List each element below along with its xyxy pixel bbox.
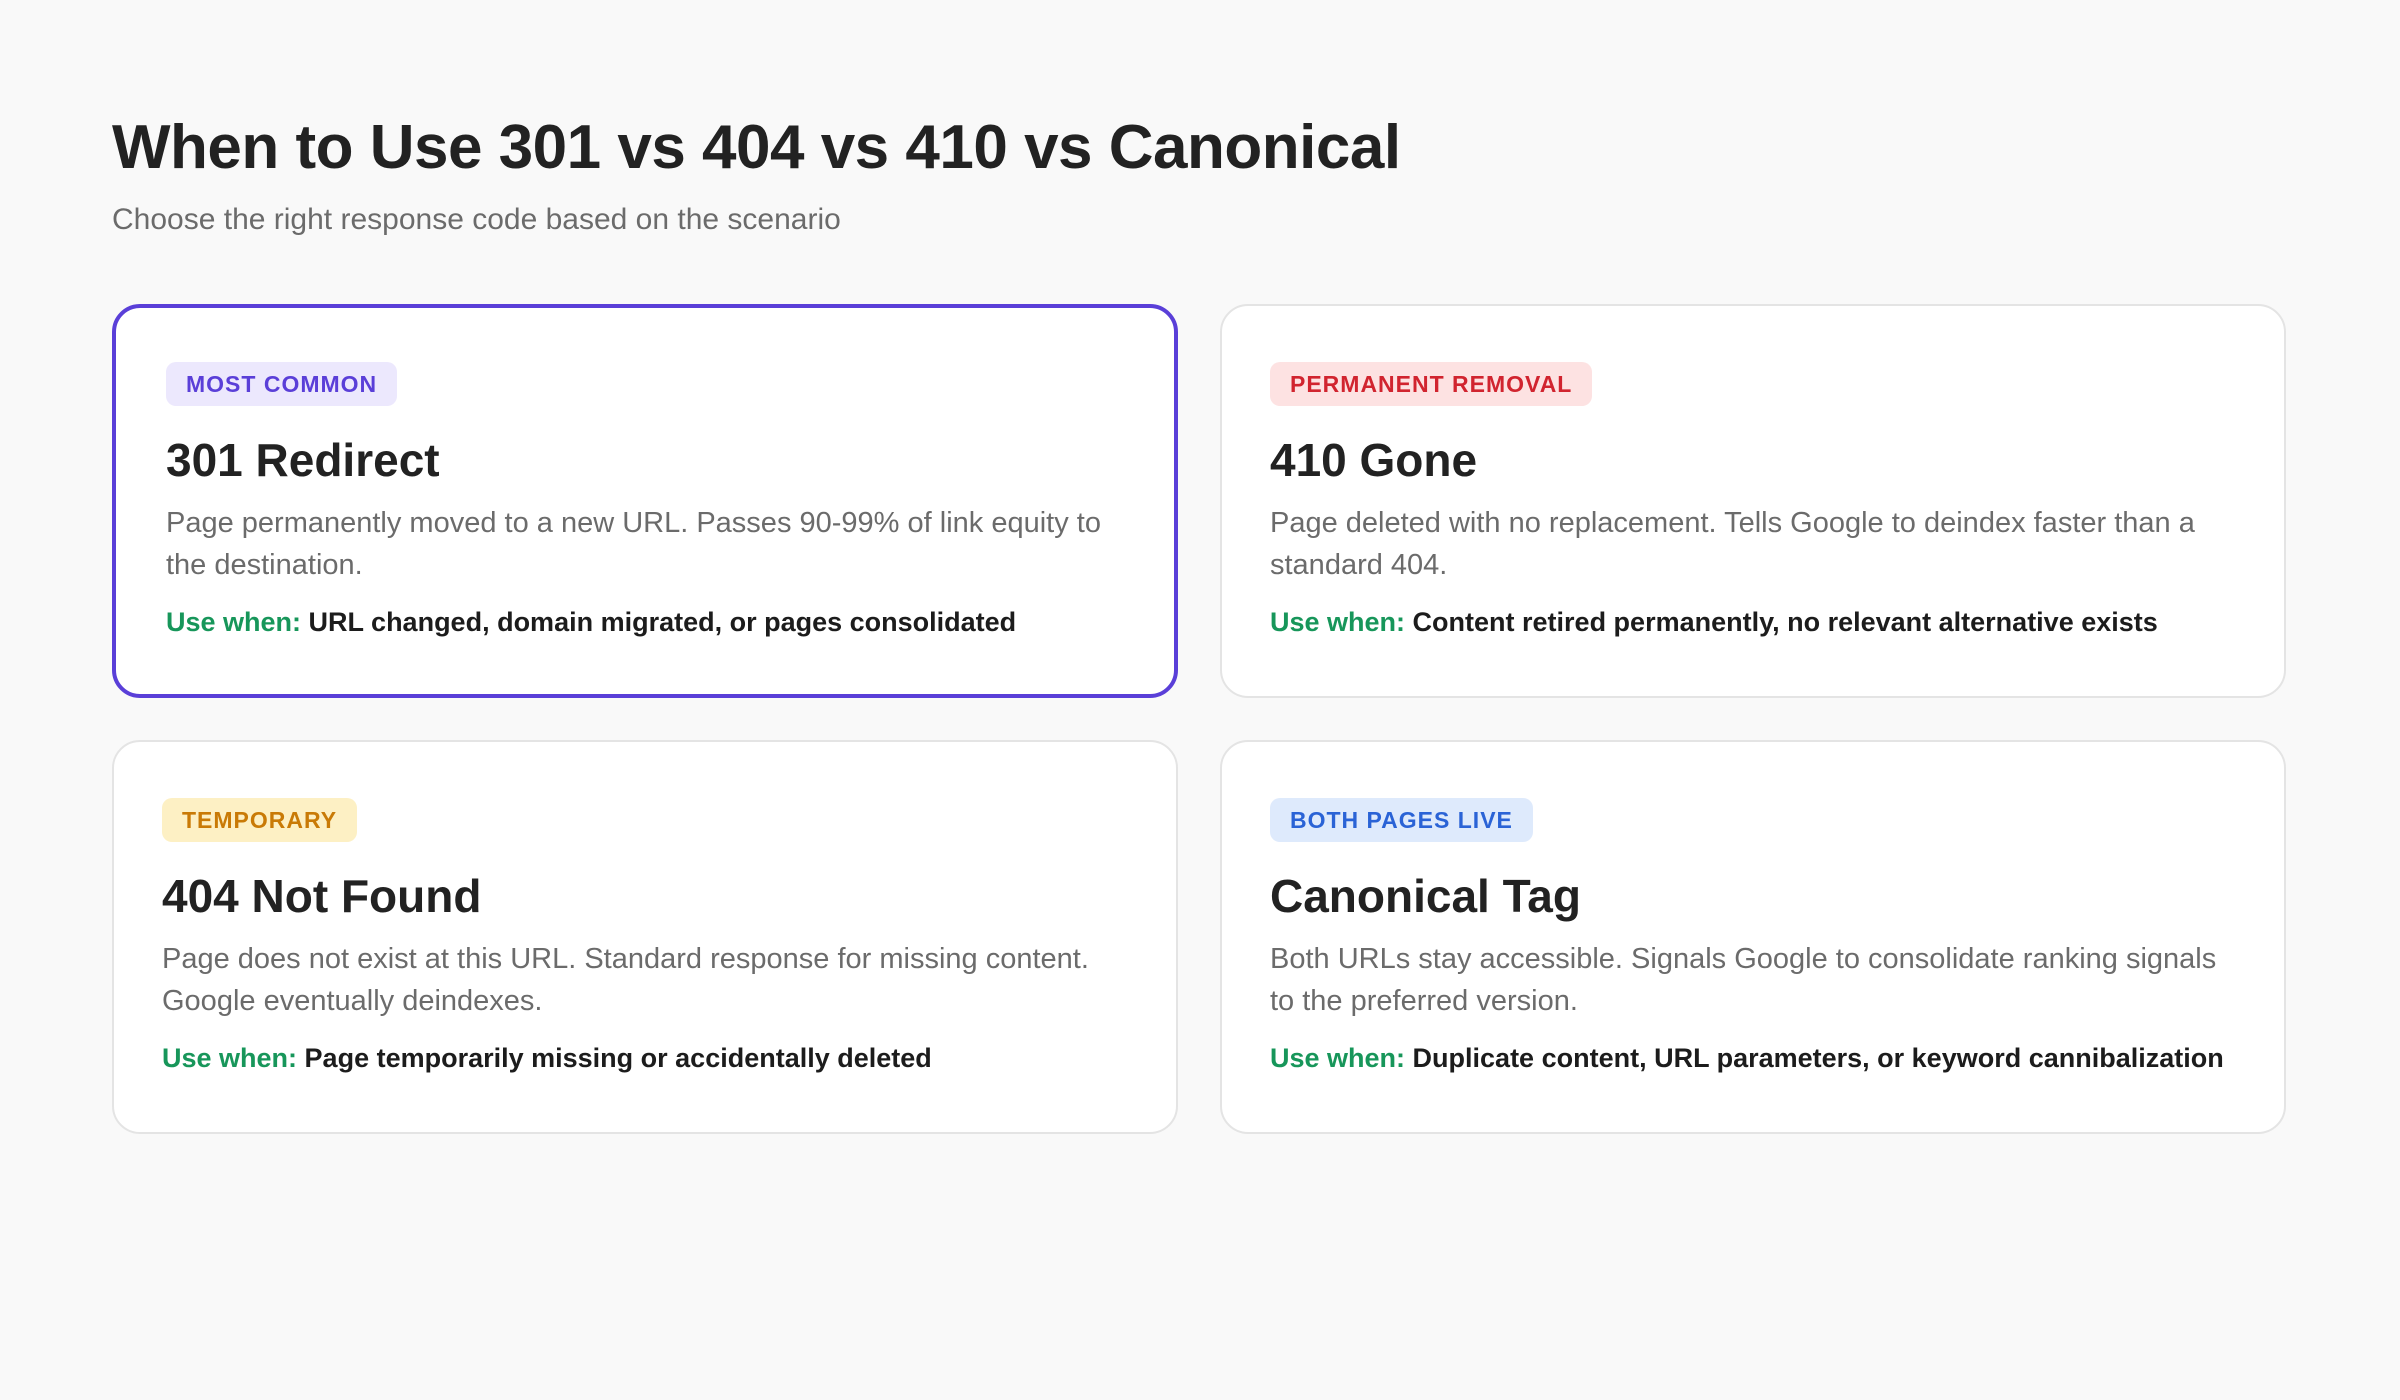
card-description: Page permanently moved to a new URL. Pas… <box>166 507 1101 581</box>
card-410-gone[interactable]: PERMANENT REMOVAL 410 Gone Page deleted … <box>1220 304 2286 698</box>
badge-permanent-removal: PERMANENT REMOVAL <box>1270 362 1593 406</box>
card-title: 301 Redirect <box>166 434 440 486</box>
card-description: Page does not exist at this URL. Standar… <box>162 943 1089 1017</box>
use-when-text: Content retired permanently, no relevant… <box>1412 607 2158 637</box>
use-when-label: Use when: <box>1270 1043 1406 1073</box>
card-title: Canonical Tag <box>1270 870 1581 922</box>
card-301-redirect[interactable]: MOST COMMON 301 Redirect Page permanentl… <box>112 304 1178 698</box>
card-title: 410 Gone <box>1270 434 1478 486</box>
use-when: Use when: URL changed, domain migrated, … <box>166 604 1124 640</box>
page-subtitle: Choose the right response code based on … <box>112 203 841 236</box>
badge-most-common: MOST COMMON <box>166 362 398 406</box>
use-when-label: Use when: <box>166 607 302 637</box>
use-when-text: URL changed, domain migrated, or pages c… <box>308 607 1017 637</box>
cards-grid: MOST COMMON 301 Redirect Page permanentl… <box>112 304 2288 1134</box>
use-when-label: Use when: <box>162 1043 298 1073</box>
use-when: Use when: Page temporarily missing or ac… <box>162 1040 1128 1076</box>
use-when: Use when: Content retired permanently, n… <box>1270 604 2236 640</box>
card-description: Page deleted with no replacement. Tells … <box>1270 507 2195 581</box>
page-title: When to Use 301 vs 404 vs 410 vs Canonic… <box>112 113 1401 182</box>
page: When to Use 301 vs 404 vs 410 vs Canonic… <box>0 0 2400 1400</box>
card-404-not-found[interactable]: TEMPORARY 404 Not Found Page does not ex… <box>112 740 1178 1134</box>
card-description: Both URLs stay accessible. Signals Googl… <box>1270 943 2217 1017</box>
card-title: 404 Not Found <box>162 870 482 922</box>
use-when-label: Use when: <box>1270 607 1406 637</box>
use-when: Use when: Duplicate content, URL paramet… <box>1270 1040 2236 1076</box>
use-when-text: Duplicate content, URL parameters, or ke… <box>1412 1043 2224 1073</box>
card-canonical-tag[interactable]: BOTH PAGES LIVE Canonical Tag Both URLs … <box>1220 740 2286 1134</box>
badge-temporary: TEMPORARY <box>162 798 358 842</box>
badge-both-pages-live: BOTH PAGES LIVE <box>1270 798 1533 842</box>
use-when-text: Page temporarily missing or accidentally… <box>304 1043 932 1073</box>
